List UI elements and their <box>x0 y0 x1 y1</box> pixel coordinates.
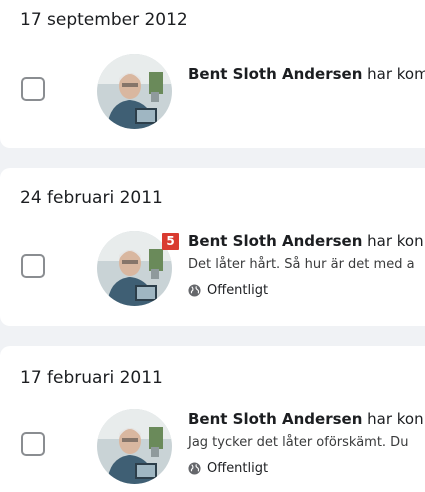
globe-icon <box>188 462 201 475</box>
author-link[interactable]: Bent Sloth Andersen <box>188 232 362 250</box>
select-checkbox[interactable] <box>21 77 45 101</box>
author-link[interactable]: Bent Sloth Andersen <box>188 410 362 428</box>
activity-action-text: har kon <box>362 410 424 428</box>
activity-date: 24 februari 2011 <box>20 188 163 208</box>
activity-date: 17 september 2012 <box>20 10 188 30</box>
activity-action-text: har kom <box>362 65 425 83</box>
avatar[interactable] <box>97 231 172 306</box>
comment-snippet: Jag tycker det låter oförskämt. Du <box>188 435 409 450</box>
select-checkbox[interactable] <box>21 254 45 278</box>
activity-headline: Bent Sloth Andersen har kon <box>188 232 424 250</box>
activity-headline: Bent Sloth Andersen har kon <box>188 410 424 428</box>
activity-date: 17 februari 2011 <box>20 368 163 388</box>
avatar-photo-icon <box>97 231 172 306</box>
privacy-indicator[interactable]: Offentligt <box>188 283 268 298</box>
globe-icon <box>188 284 201 297</box>
comment-snippet: Det låter hårt. Så hur är det med a <box>188 257 415 272</box>
activity-card: 17 september 2012 Bent Sloth Andersen ha… <box>0 0 425 148</box>
privacy-label: Offentligt <box>207 283 269 298</box>
activity-headline: Bent Sloth Andersen har kom <box>188 65 425 83</box>
avatar-photo-icon <box>97 409 172 484</box>
activity-action-text: har kon <box>362 232 424 250</box>
activity-card: 24 februari 2011 5 Bent Sloth Andersen h… <box>0 168 425 326</box>
privacy-label: Offentligt <box>207 461 269 476</box>
author-link[interactable]: Bent Sloth Andersen <box>188 65 362 83</box>
avatar[interactable] <box>97 54 172 129</box>
privacy-indicator[interactable]: Offentligt <box>188 461 268 476</box>
activity-card: 17 februari 2011 Bent Sloth Andersen har… <box>0 346 425 492</box>
activity-log-feed: 17 september 2012 Bent Sloth Andersen ha… <box>0 0 425 492</box>
select-checkbox[interactable] <box>21 432 45 456</box>
avatar-photo-icon <box>97 54 172 129</box>
avatar[interactable] <box>97 409 172 484</box>
notification-badge: 5 <box>162 233 179 250</box>
